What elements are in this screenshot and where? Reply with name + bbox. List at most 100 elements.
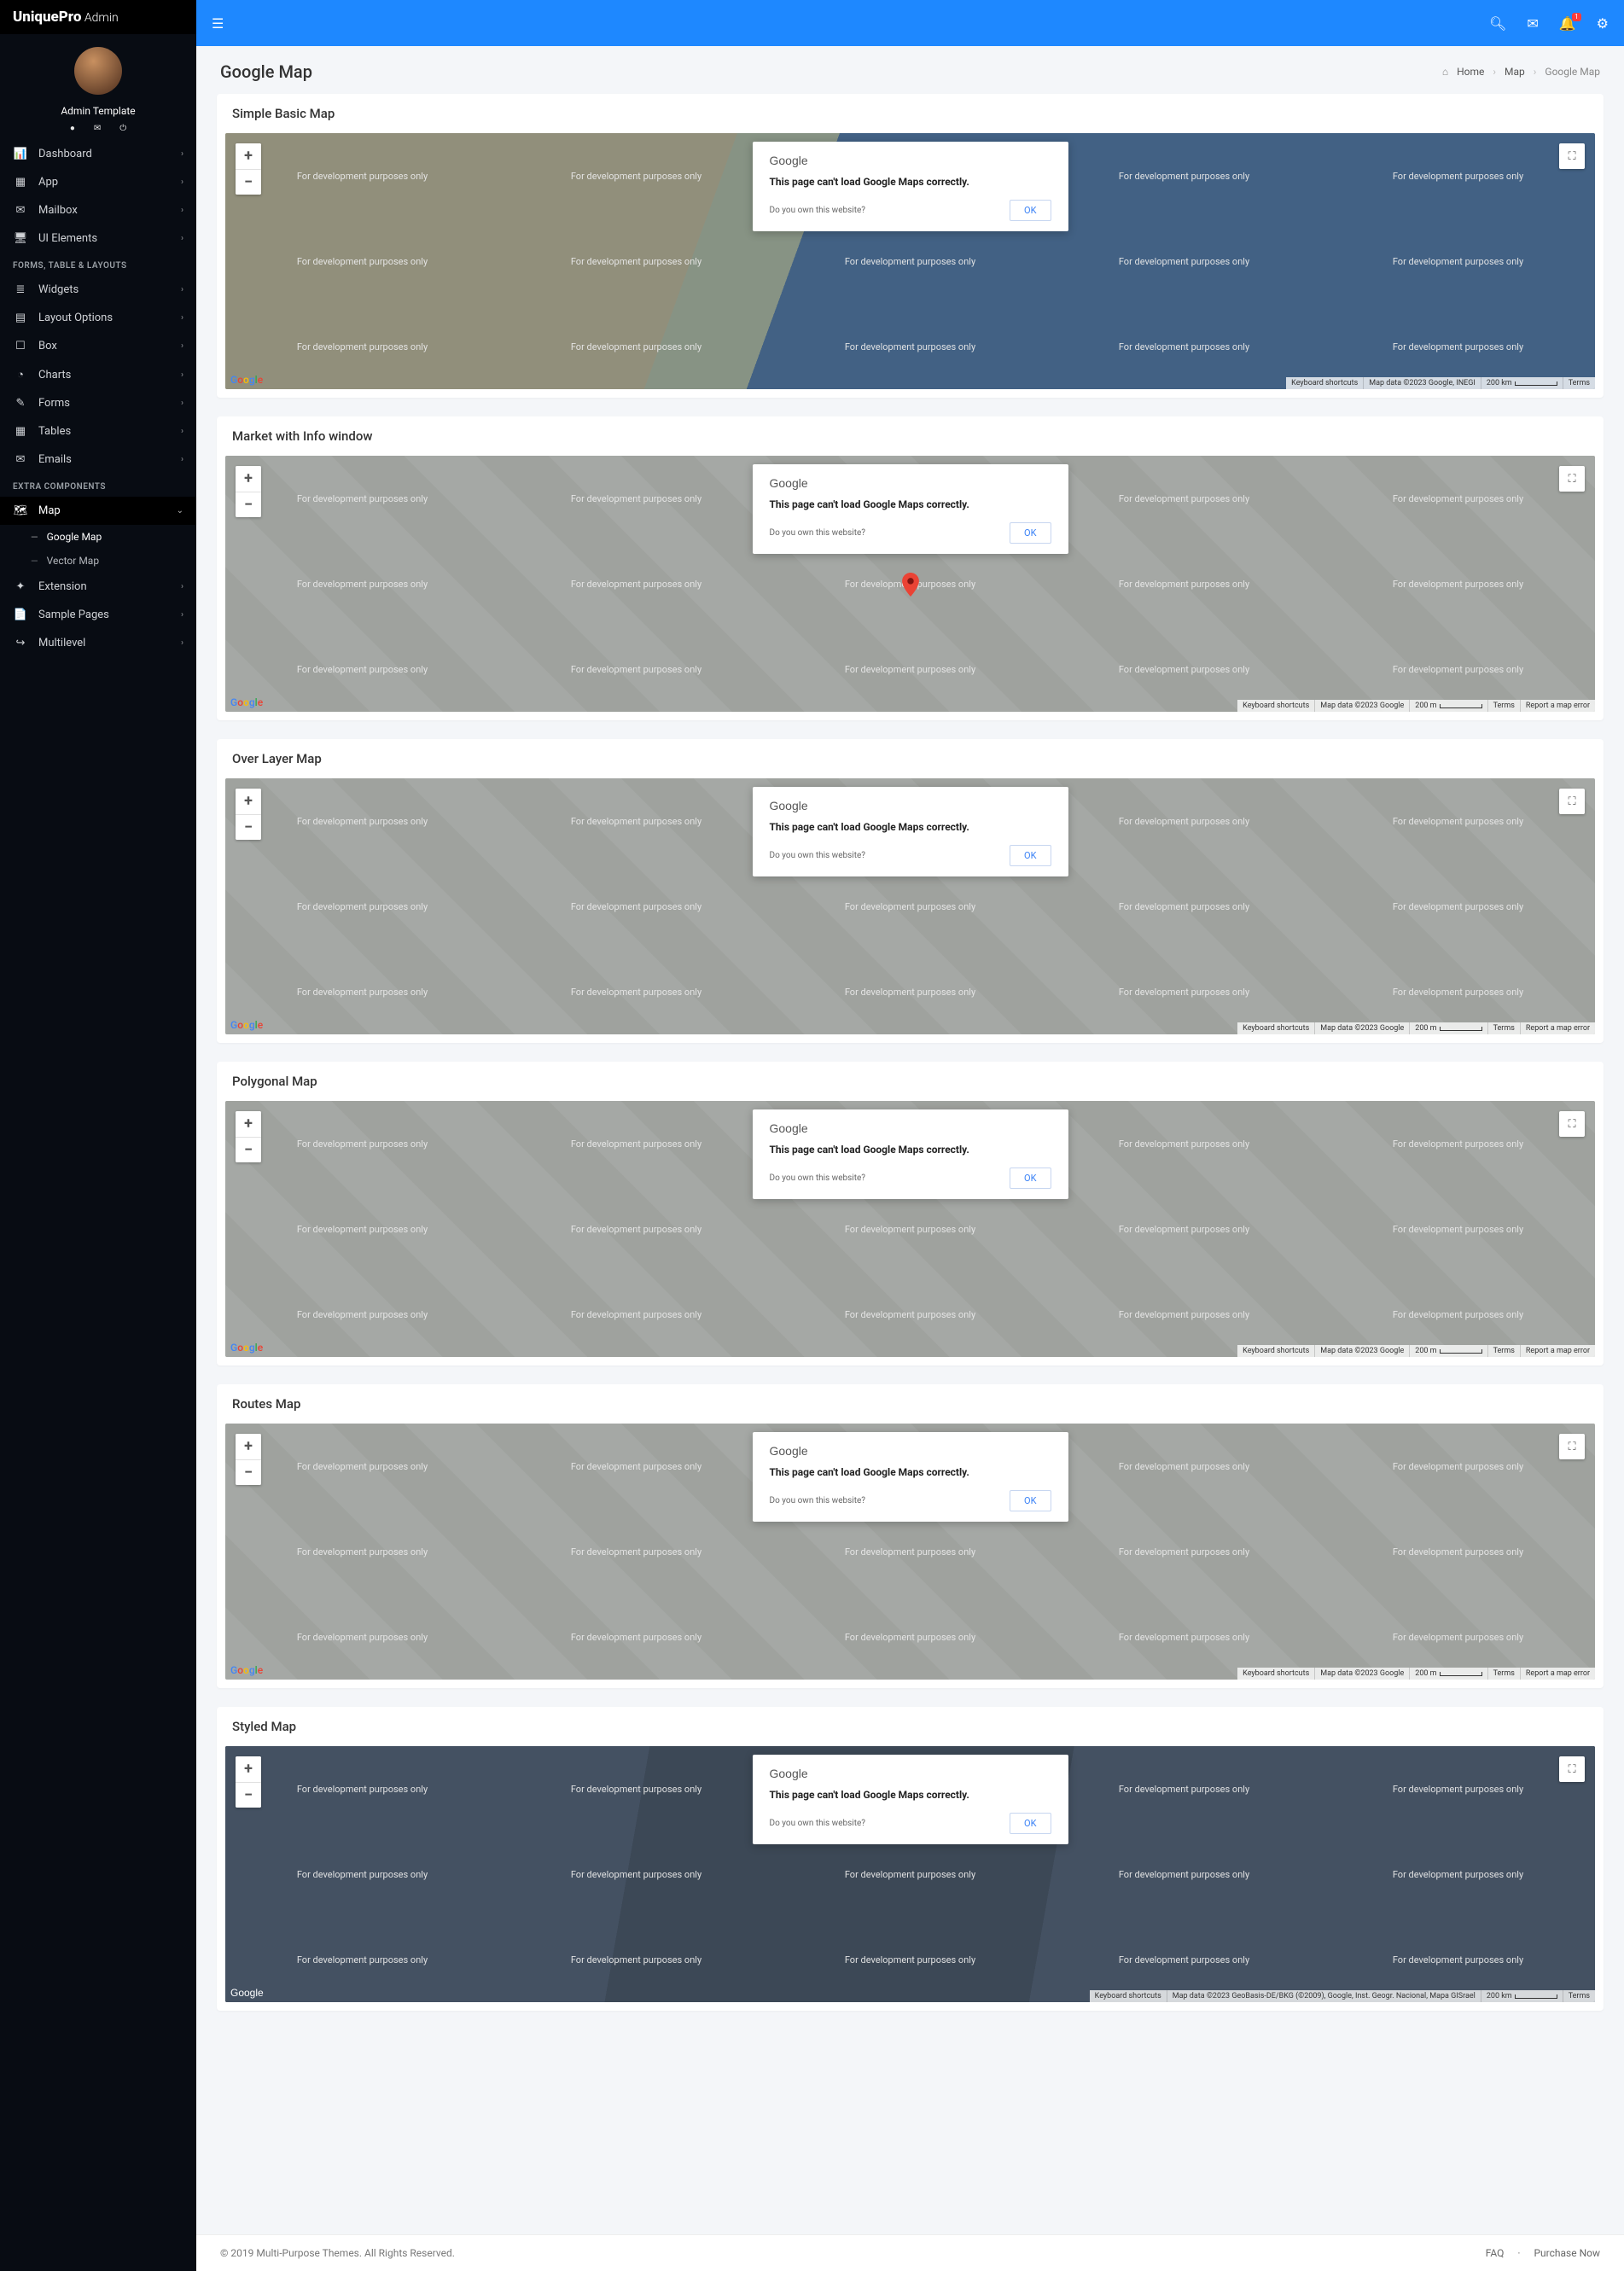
sidebar-item-app[interactable]: ▦ App › — [0, 168, 196, 196]
sidebar-item-forms[interactable]: ✎ Forms › — [0, 389, 196, 417]
map-canvas[interactable]: For development purposes onlyFor develop… — [225, 456, 1595, 712]
sidebar-item-layout-options[interactable]: ▤ Layout Options › — [0, 304, 196, 332]
keyboard-shortcuts-link[interactable]: Keyboard shortcuts — [1237, 1022, 1314, 1034]
dialog-ok-button[interactable]: OK — [1010, 200, 1051, 221]
keyboard-shortcuts-link[interactable]: Keyboard shortcuts — [1237, 700, 1314, 712]
dialog-own-link[interactable]: Do you own this website? — [770, 851, 866, 860]
user-power-icon[interactable]: ⏻ — [119, 124, 126, 133]
google-logo[interactable]: Google — [230, 374, 263, 386]
zoom-control: + − — [236, 466, 261, 517]
sidebar-item-mailbox[interactable]: ✉ Mailbox › — [0, 196, 196, 224]
avatar[interactable] — [74, 47, 122, 95]
fullscreen-button[interactable]: ⛶ — [1559, 789, 1585, 814]
dialog-ok-button[interactable]: OK — [1010, 845, 1051, 866]
map-report-link[interactable]: Report a map error — [1520, 1345, 1595, 1357]
sidebar-item-tables[interactable]: ▦ Tables › — [0, 417, 196, 445]
search-icon[interactable]: 🔍︎ — [1489, 15, 1506, 32]
sidebar-item-emails[interactable]: ✉ Emails › — [0, 445, 196, 474]
google-logo[interactable]: Google — [230, 696, 263, 708]
dialog-own-link[interactable]: Do you own this website? — [770, 1173, 866, 1183]
mail-icon[interactable]: ✉ — [1527, 15, 1538, 32]
map-scale: 200 km — [1481, 1990, 1563, 2002]
google-logo[interactable]: Google — [230, 1342, 263, 1354]
breadcrumb-home[interactable]: Home — [1457, 66, 1484, 78]
settings-icon[interactable]: ⚙ — [1597, 15, 1609, 32]
map-terms-link[interactable]: Terms — [1487, 700, 1520, 712]
sidebar-item-label: App — [38, 176, 58, 189]
breadcrumb-section[interactable]: Map — [1505, 66, 1525, 78]
keyboard-shortcuts-link[interactable]: Keyboard shortcuts — [1237, 1345, 1314, 1357]
chevron-right-icon: › — [181, 341, 183, 351]
sidebar-item-sample-pages[interactable]: 📄 Sample Pages › — [0, 601, 196, 629]
sidebar-item-widgets[interactable]: ≣ Widgets › — [0, 276, 196, 304]
sidebar-item-map[interactable]: 🗺 Map ⌄ — [0, 497, 196, 525]
dialog-own-link[interactable]: Do you own this website? — [770, 206, 866, 215]
sidebar-item-multilevel[interactable]: ↪ Multilevel › — [0, 629, 196, 657]
map-report-link[interactable]: Report a map error — [1520, 700, 1595, 712]
zoom-in-button[interactable]: + — [236, 466, 261, 492]
user-mail-icon[interactable]: ✉ — [94, 124, 101, 133]
sidebar-subitem-vector-map[interactable]: — Vector Map — [0, 549, 196, 573]
dialog-own-link[interactable]: Do you own this website? — [770, 1819, 866, 1828]
map-canvas[interactable]: For development purposes onlyFor develop… — [225, 1746, 1595, 2002]
zoom-in-button[interactable]: + — [236, 1111, 261, 1137]
bell-icon[interactable]: 🔔1 — [1559, 15, 1576, 32]
fullscreen-button[interactable]: ⛶ — [1559, 1756, 1585, 1782]
sidebar-item-extension[interactable]: ✦ Extension › — [0, 573, 196, 601]
fullscreen-button[interactable]: ⛶ — [1559, 143, 1585, 169]
fullscreen-button[interactable]: ⛶ — [1559, 1434, 1585, 1459]
map-canvas[interactable]: For development purposes onlyFor develop… — [225, 1101, 1595, 1357]
sidebar-item-ui-elements[interactable]: 🖥 UI Elements › — [0, 224, 196, 253]
sidebar-item-charts[interactable]: ◔ Charts › — [0, 360, 196, 389]
menu-toggle-icon[interactable]: ☰ — [212, 15, 224, 32]
fullscreen-button[interactable]: ⛶ — [1559, 466, 1585, 492]
zoom-out-button[interactable]: − — [236, 1137, 261, 1162]
map-terms-link[interactable]: Terms — [1563, 377, 1595, 389]
map-credits: Keyboard shortcuts Map data ©2023 Google… — [1237, 1668, 1595, 1680]
dialog-ok-button[interactable]: OK — [1010, 522, 1051, 544]
keyboard-shortcuts-link[interactable]: Keyboard shortcuts — [1090, 1990, 1167, 2002]
zoom-in-button[interactable]: + — [236, 143, 261, 169]
zoom-out-button[interactable]: − — [236, 814, 261, 840]
map-marker-icon[interactable] — [902, 573, 919, 597]
zoom-in-button[interactable]: + — [236, 1756, 261, 1782]
map-report-link[interactable]: Report a map error — [1520, 1022, 1595, 1034]
main: Google Map ⌂ Home › Map › Google Map Sim… — [196, 0, 1624, 2271]
sidebar-subitem-google-map[interactable]: — Google Map — [0, 525, 196, 549]
footer-purchase[interactable]: Purchase Now — [1534, 2247, 1600, 2259]
google-logo[interactable]: Google — [230, 1019, 263, 1031]
dialog-ok-button[interactable]: OK — [1010, 1490, 1051, 1511]
map-terms-link[interactable]: Terms — [1487, 1345, 1520, 1357]
map-terms-link[interactable]: Terms — [1487, 1668, 1520, 1680]
dialog-ok-button[interactable]: OK — [1010, 1813, 1051, 1834]
zoom-in-button[interactable]: + — [236, 1434, 261, 1459]
fullscreen-button[interactable]: ⛶ — [1559, 1111, 1585, 1137]
dialog-own-link[interactable]: Do you own this website? — [770, 1496, 866, 1505]
zoom-out-button[interactable]: − — [236, 169, 261, 195]
keyboard-shortcuts-link[interactable]: Keyboard shortcuts — [1237, 1668, 1314, 1680]
google-logo[interactable]: Google — [230, 1664, 263, 1676]
sidebar-item-dashboard[interactable]: 📊 Dashboard › — [0, 140, 196, 168]
map-canvas[interactable]: For development purposes onlyFor develop… — [225, 1424, 1595, 1680]
keyboard-shortcuts-link[interactable]: Keyboard shortcuts — [1286, 377, 1363, 389]
sidebar-item-box[interactable]: ☐ Box › — [0, 332, 196, 360]
brand[interactable]: UniquePro Admin — [0, 0, 196, 34]
footer: © 2019 Multi-Purpose Themes. All Rights … — [196, 2234, 1624, 2271]
map-report-link[interactable]: Report a map error — [1520, 1668, 1595, 1680]
map-canvas[interactable]: For development purposes onlyFor develop… — [225, 133, 1595, 389]
map-terms-link[interactable]: Terms — [1563, 1990, 1595, 2002]
footer-faq[interactable]: FAQ — [1486, 2247, 1505, 2259]
dialog-own-link[interactable]: Do you own this website? — [770, 528, 866, 538]
zoom-out-button[interactable]: − — [236, 1782, 261, 1808]
map-data-label: Map data ©2023 Google — [1314, 1668, 1409, 1680]
zoom-out-button[interactable]: − — [236, 492, 261, 517]
google-logo[interactable]: Google — [230, 1987, 264, 1999]
zoom-out-button[interactable]: − — [236, 1459, 261, 1485]
map-canvas[interactable]: For development purposes onlyFor develop… — [225, 778, 1595, 1034]
user-status-icon[interactable]: ● — [70, 124, 75, 133]
nav-icon: ✦ — [13, 580, 28, 593]
dialog-ok-button[interactable]: OK — [1010, 1168, 1051, 1189]
zoom-in-button[interactable]: + — [236, 789, 261, 814]
card-title: Simple Basic Map — [217, 94, 1604, 133]
map-terms-link[interactable]: Terms — [1487, 1022, 1520, 1034]
